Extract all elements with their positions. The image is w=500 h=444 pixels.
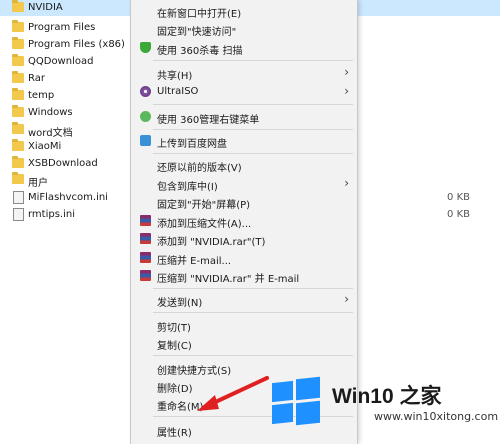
- menu-item-open-new-window[interactable]: 在新窗口中打开(E): [131, 3, 357, 20]
- menu-label: 添加到压缩文件(A)...: [157, 219, 252, 230]
- folder-icon: [12, 20, 24, 32]
- chevron-right-icon: ›: [344, 176, 349, 190]
- menu-label: 固定到"开始"屏幕(P): [157, 200, 251, 211]
- menu-separator: [153, 312, 353, 313]
- menu-item-add-archive[interactable]: 添加到压缩文件(A)...: [131, 213, 357, 230]
- menu-separator: [153, 60, 353, 61]
- chevron-right-icon: ›: [344, 292, 349, 306]
- file-size: 0 KB: [447, 192, 470, 203]
- disc-icon: [140, 86, 151, 97]
- menu-item-360-manage[interactable]: 使用 360管理右键菜单: [131, 109, 357, 126]
- menu-label: 在新窗口中打开(E): [157, 9, 242, 20]
- file-name: rmtips.ini: [28, 209, 76, 220]
- winrar-icon: [140, 215, 151, 226]
- folder-icon: [12, 122, 24, 134]
- chevron-right-icon: ›: [344, 84, 349, 98]
- watermark-url: www.win10xitong.com: [374, 410, 499, 423]
- menu-label: 压缩并 E-mail...: [157, 256, 232, 267]
- file-name: QQDownload: [28, 56, 94, 67]
- folder-icon: [12, 156, 24, 168]
- menu-separator: [153, 288, 353, 289]
- file-size: 0 KB: [447, 209, 470, 220]
- menu-item-send-to[interactable]: 发送到(N) ›: [131, 292, 357, 309]
- winrar-icon: [140, 233, 151, 244]
- file-name: NVIDIA: [28, 2, 63, 13]
- folder-icon: [12, 88, 24, 100]
- folder-icon: [12, 71, 24, 83]
- watermark-brand: Win10 之家: [332, 385, 442, 408]
- menu-item-pin-start[interactable]: 固定到"开始"屏幕(P): [131, 194, 357, 211]
- menu-item-add-rar[interactable]: 添加到 "NVIDIA.rar"(T): [131, 231, 357, 248]
- folder-icon: [12, 172, 24, 184]
- menu-item-compress-rar-email[interactable]: 压缩到 "NVIDIA.rar" 并 E-mail: [131, 268, 357, 285]
- menu-separator: [153, 153, 353, 154]
- shield-icon: [140, 42, 151, 53]
- windows-logo-icon: [272, 376, 320, 426]
- winrar-icon: [140, 270, 151, 281]
- file-name: word文档: [28, 128, 73, 139]
- folder-icon: [12, 37, 24, 49]
- file-name: Rar: [28, 73, 45, 84]
- menu-label: 共享(H): [157, 71, 193, 82]
- manage-360-icon: [140, 111, 151, 122]
- menu-separator: [153, 355, 353, 356]
- menu-label: 包含到库中(I): [157, 182, 218, 193]
- menu-label: 复制(C): [157, 341, 192, 352]
- folder-icon: [12, 139, 24, 151]
- chevron-right-icon: ›: [344, 65, 349, 79]
- menu-label: 剪切(T): [157, 323, 191, 334]
- menu-separator: [153, 129, 353, 130]
- menu-label: 属性(R): [157, 428, 192, 439]
- folder-icon: [12, 105, 24, 117]
- menu-item-cut[interactable]: 剪切(T): [131, 317, 357, 334]
- winrar-icon: [140, 252, 151, 263]
- folder-icon: [12, 54, 24, 66]
- red-arrow-icon: [197, 376, 269, 411]
- menu-label: 删除(D): [157, 384, 193, 395]
- win10-watermark: Win10 之家 www.win10xitong.com: [266, 372, 500, 444]
- file-name: Windows: [28, 107, 73, 118]
- folder-icon: [12, 0, 24, 12]
- menu-item-compress-email[interactable]: 压缩并 E-mail...: [131, 250, 357, 267]
- menu-label: 压缩到 "NVIDIA.rar" 并 E-mail: [157, 274, 300, 285]
- cloud-upload-icon: [140, 135, 151, 146]
- file-name: 用户: [28, 178, 48, 189]
- file-name: MiFlashvcom.ini: [28, 192, 108, 203]
- file-name: XSBDownload: [28, 158, 98, 169]
- menu-item-pin-quick-access[interactable]: 固定到"快速访问": [131, 21, 357, 38]
- menu-label: 使用 360管理右键菜单: [157, 115, 260, 126]
- menu-label: 还原以前的版本(V): [157, 163, 242, 174]
- file-name: Program Files: [28, 22, 96, 33]
- menu-label: 使用 360杀毒 扫描: [157, 46, 243, 57]
- menu-item-ultraiso[interactable]: UltraISO ›: [131, 84, 357, 100]
- file-name: Program Files (x86): [28, 39, 125, 50]
- menu-separator: [153, 104, 353, 105]
- menu-item-include-library[interactable]: 包含到库中(I) ›: [131, 176, 357, 193]
- file-icon: [13, 191, 24, 204]
- file-name: XiaoMi: [28, 141, 62, 152]
- menu-item-copy[interactable]: 复制(C): [131, 335, 357, 352]
- menu-item-baidu-upload[interactable]: 上传到百度网盘: [131, 133, 357, 150]
- file-name: temp: [28, 90, 55, 101]
- menu-label: 上传到百度网盘: [157, 139, 227, 150]
- menu-item-share[interactable]: 共享(H) ›: [131, 65, 357, 82]
- file-icon: [13, 208, 24, 221]
- menu-label: UltraISO: [157, 86, 199, 97]
- menu-item-scan-360[interactable]: 使用 360杀毒 扫描: [131, 40, 357, 57]
- menu-label: 发送到(N): [157, 298, 203, 309]
- menu-item-restore-previous[interactable]: 还原以前的版本(V): [131, 157, 357, 174]
- menu-label: 添加到 "NVIDIA.rar"(T): [157, 237, 266, 248]
- menu-label: 固定到"快速访问": [157, 27, 237, 38]
